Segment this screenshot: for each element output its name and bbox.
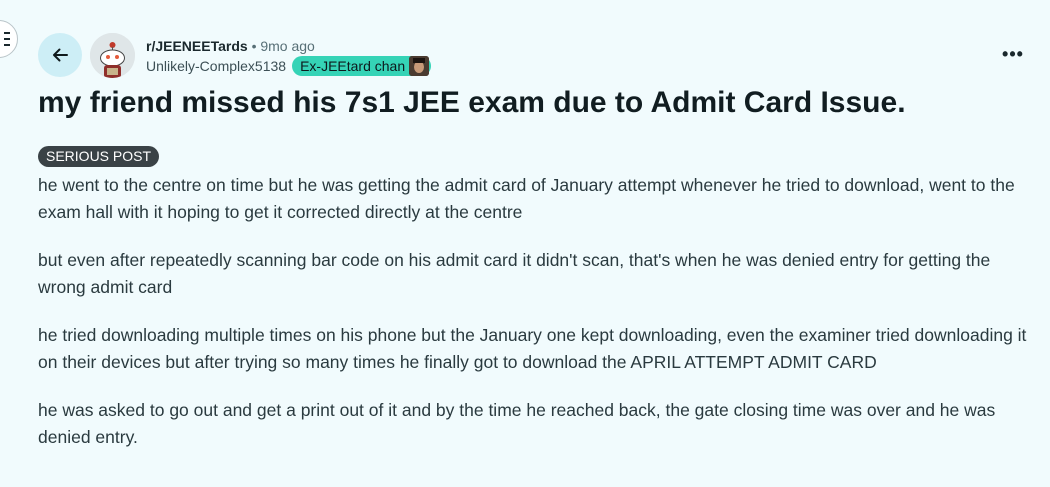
back-button[interactable] <box>38 33 82 77</box>
body-paragraph: he tried downloading multiple times on h… <box>38 325 1027 372</box>
side-menu-button[interactable] <box>0 20 18 58</box>
post-page: r/JEENEETards • 9mo ago Unlikely-Complex… <box>0 0 1050 487</box>
post-body: he went to the centre on time but he was… <box>38 172 1028 472</box>
author-link[interactable]: Unlikely-Complex5138 <box>146 56 286 76</box>
more-options-button[interactable]: ••• <box>998 42 1028 66</box>
ellipsis-icon: ••• <box>1002 44 1024 64</box>
body-paragraph: but even after repeatedly scanning bar c… <box>38 250 991 297</box>
post-flair-badge[interactable]: SERIOUS POST <box>38 146 160 167</box>
post-age: 9mo ago <box>260 38 315 54</box>
subreddit-link[interactable]: r/JEENEETards <box>146 38 248 54</box>
body-paragraph: he was asked to go out and get a print o… <box>38 400 996 447</box>
meta-separator: • <box>251 38 257 54</box>
user-flair: Ex-JEEtard chan <box>292 56 432 76</box>
snoo-avatar[interactable] <box>90 33 135 78</box>
hamburger-menu-icon <box>4 32 10 46</box>
post-meta: r/JEENEETards • 9mo ago Unlikely-Complex… <box>146 36 432 76</box>
arrow-left-icon <box>53 48 68 62</box>
user-flair-image <box>409 56 430 76</box>
user-flair-label: Ex-JEEtard chan <box>300 58 406 74</box>
post-title: my friend missed his 7s1 JEE exam due to… <box>38 86 906 119</box>
body-paragraph: he went to the centre on time but he was… <box>38 175 1015 222</box>
